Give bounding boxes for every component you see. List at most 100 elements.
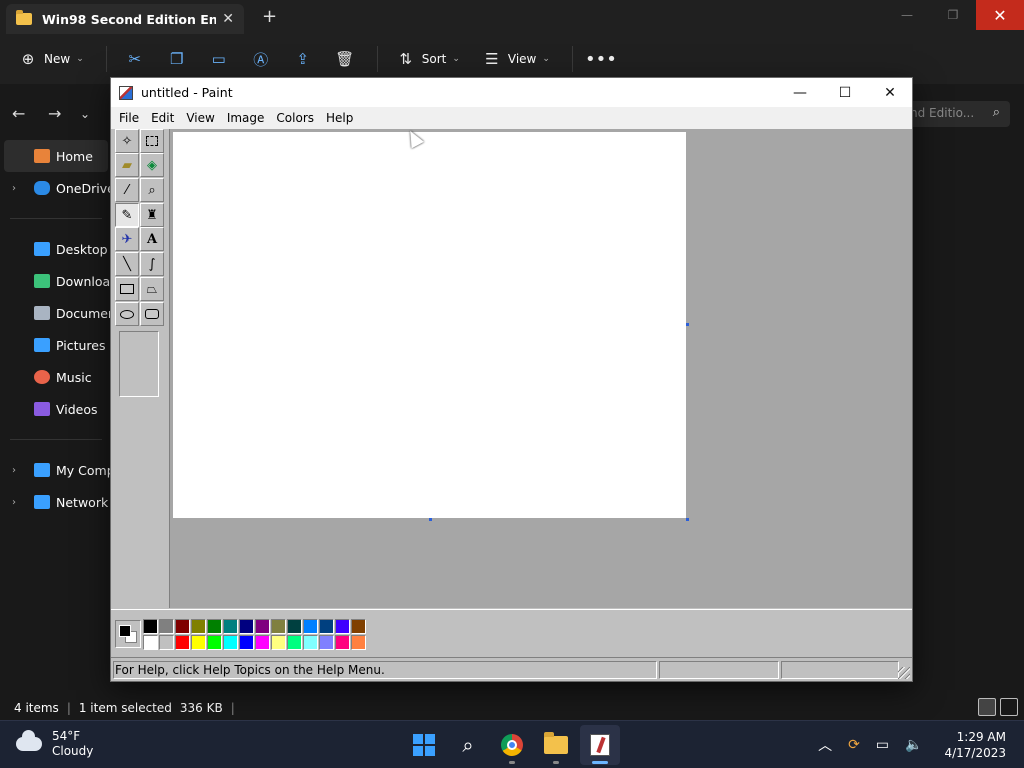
color-swatch[interactable] xyxy=(239,619,254,634)
menu-file[interactable]: File xyxy=(113,111,145,125)
paste-button[interactable]: ▭ xyxy=(209,49,229,69)
sidebar-item-home[interactable]: Home xyxy=(4,140,108,172)
resize-handle-bottom[interactable] xyxy=(429,518,432,521)
resize-handle-right[interactable] xyxy=(686,323,689,326)
color-swatch[interactable] xyxy=(287,619,302,634)
chevron-up-icon[interactable]: ︿ xyxy=(818,735,832,755)
tiles-view-icon[interactable] xyxy=(1000,698,1018,716)
sidebar-item-documents[interactable]: Documents xyxy=(0,297,112,329)
volume-icon[interactable]: 🔈 xyxy=(905,737,922,753)
color-swatch[interactable] xyxy=(159,635,174,650)
color-swatch[interactable] xyxy=(271,619,286,634)
canvas-workspace[interactable] xyxy=(169,129,912,608)
sidebar-item-my-computer[interactable]: › My Computer xyxy=(0,454,112,486)
ellipse-tool[interactable] xyxy=(115,302,139,326)
color-swatch[interactable] xyxy=(191,635,206,650)
menu-edit[interactable]: Edit xyxy=(145,111,180,125)
view-button[interactable]: ☰ View ⌄ xyxy=(482,49,550,69)
details-view-icon[interactable] xyxy=(978,698,996,716)
weather-widget[interactable]: 54°F Cloudy xyxy=(16,729,93,759)
free-select-tool[interactable]: ✧ xyxy=(115,129,139,153)
sidebar-item-onedrive[interactable]: › OneDrive xyxy=(0,172,112,204)
color-swatch[interactable] xyxy=(223,619,238,634)
menu-image[interactable]: Image xyxy=(221,111,271,125)
copy-button[interactable]: ❐ xyxy=(167,49,187,69)
share-button[interactable]: ⇪ xyxy=(293,49,313,69)
close-tab-icon[interactable]: ✕ xyxy=(222,11,234,27)
sidebar-item-music[interactable]: Music xyxy=(0,361,112,393)
file-explorer-button[interactable] xyxy=(536,725,576,765)
resize-handle-corner[interactable] xyxy=(686,518,689,521)
color-swatch[interactable] xyxy=(351,619,366,634)
color-swatch[interactable] xyxy=(255,619,270,634)
explorer-tab[interactable]: Win98 Second Edition English ✕ xyxy=(6,4,244,34)
rect-select-tool[interactable] xyxy=(140,129,164,153)
back-arrow-icon[interactable]: ← xyxy=(12,104,25,123)
fill-tool[interactable]: ◈ xyxy=(140,153,164,177)
resize-grip[interactable] xyxy=(898,667,910,679)
search-button[interactable]: ⌕ xyxy=(448,725,488,765)
sort-button[interactable]: ⇅ Sort ⌄ xyxy=(396,49,459,69)
chevron-right-icon[interactable]: › xyxy=(12,465,16,476)
brush-tool[interactable]: ♜ xyxy=(140,203,164,227)
sidebar-item-downloads[interactable]: Downloads xyxy=(0,265,112,297)
sidebar-item-desktop[interactable]: Desktop xyxy=(0,233,112,265)
rounded-rect-tool[interactable] xyxy=(140,302,164,326)
text-tool[interactable]: A xyxy=(140,227,164,251)
paint-close-button[interactable]: ✕ xyxy=(867,78,913,107)
magnifier-tool[interactable]: ⌕ xyxy=(140,178,164,202)
minimize-button[interactable]: — xyxy=(884,0,930,30)
sidebar-item-network[interactable]: › Network xyxy=(0,486,112,518)
sync-icon[interactable]: ⟳ xyxy=(848,737,860,753)
airbrush-tool[interactable]: ✈ xyxy=(115,227,139,251)
color-swatch[interactable] xyxy=(303,619,318,634)
clock[interactable]: 1:29 AM 4/17/2023 xyxy=(944,729,1006,761)
chrome-button[interactable] xyxy=(492,725,532,765)
menu-view[interactable]: View xyxy=(180,111,220,125)
color-swatch[interactable] xyxy=(191,619,206,634)
line-tool[interactable]: ╲ xyxy=(115,252,139,276)
color-swatch[interactable] xyxy=(223,635,238,650)
color-swatch[interactable] xyxy=(351,635,366,650)
recent-chevron-icon[interactable]: ⌄ xyxy=(80,107,90,121)
chevron-right-icon[interactable]: › xyxy=(12,497,16,508)
close-button[interactable]: ✕ xyxy=(976,0,1024,30)
search-input[interactable]: nd Editio... ⌕ xyxy=(902,101,1010,127)
paint-maximize-button[interactable]: ☐ xyxy=(822,78,868,107)
color-swatch[interactable] xyxy=(175,635,190,650)
paint-titlebar[interactable]: untitled - Paint — ☐ ✕ xyxy=(111,78,912,107)
pencil-tool[interactable]: ✎ xyxy=(115,203,139,227)
color-swatch[interactable] xyxy=(271,635,286,650)
curve-tool[interactable]: ∫ xyxy=(140,252,164,276)
polygon-tool[interactable]: ⏢ xyxy=(140,277,164,301)
menu-help[interactable]: Help xyxy=(320,111,359,125)
delete-button[interactable]: 🗑 xyxy=(335,49,355,69)
drawing-canvas[interactable] xyxy=(173,132,686,518)
color-swatch[interactable] xyxy=(207,619,222,634)
chevron-right-icon[interactable]: › xyxy=(12,183,16,194)
color-swatch[interactable] xyxy=(175,619,190,634)
paint-taskbar-button[interactable] xyxy=(580,725,620,765)
color-swatch[interactable] xyxy=(335,635,350,650)
color-swatch[interactable] xyxy=(239,635,254,650)
eraser-tool[interactable]: ▰ xyxy=(115,153,139,177)
rectangle-tool[interactable] xyxy=(115,277,139,301)
color-swatch[interactable] xyxy=(319,635,334,650)
pick-color-tool[interactable]: ⁄ xyxy=(115,178,139,202)
maximize-button[interactable]: ❐ xyxy=(930,0,976,30)
new-tab-icon[interactable]: + xyxy=(262,6,277,27)
new-button[interactable]: ⊕ New ⌄ xyxy=(18,49,84,69)
color-swatch[interactable] xyxy=(255,635,270,650)
color-swatch[interactable] xyxy=(143,635,158,650)
color-swatch[interactable] xyxy=(287,635,302,650)
forward-arrow-icon[interactable]: → xyxy=(48,104,61,123)
paint-minimize-button[interactable]: — xyxy=(777,78,823,107)
cut-button[interactable]: ✂ xyxy=(125,49,145,69)
color-swatch[interactable] xyxy=(319,619,334,634)
color-swatch[interactable] xyxy=(143,619,158,634)
start-button[interactable] xyxy=(404,725,444,765)
more-options-button[interactable]: ••• xyxy=(585,49,617,70)
sidebar-item-pictures[interactable]: Pictures xyxy=(0,329,112,361)
color-swatch[interactable] xyxy=(303,635,318,650)
color-swatch[interactable] xyxy=(159,619,174,634)
